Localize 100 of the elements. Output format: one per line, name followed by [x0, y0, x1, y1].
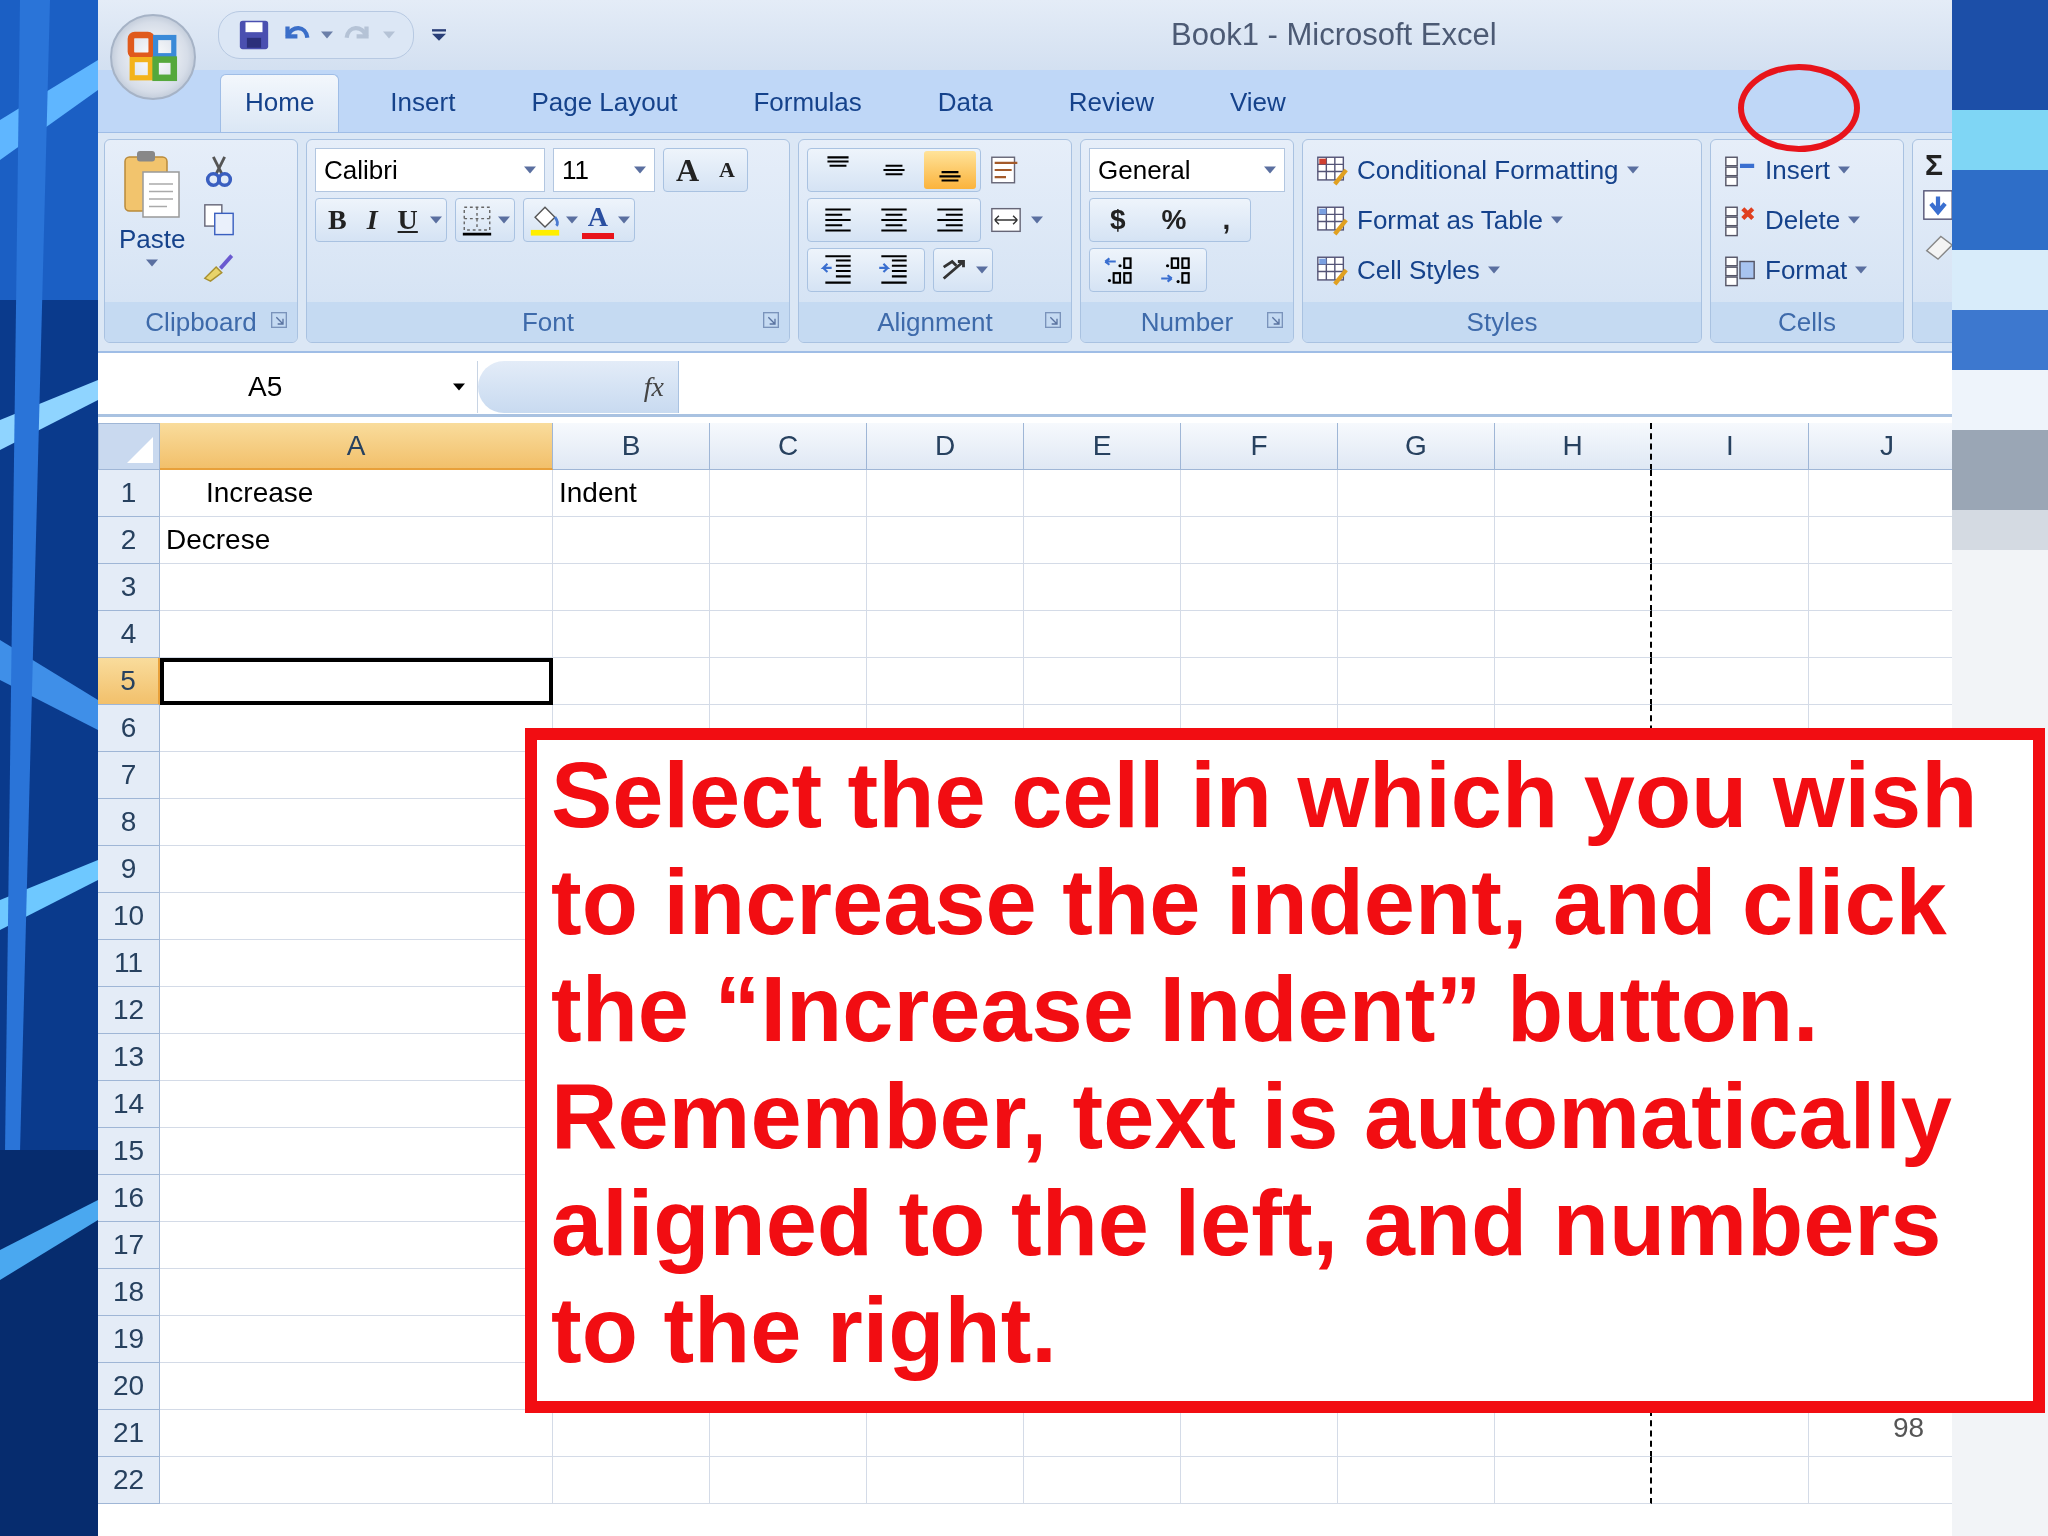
caret-icon[interactable] [321, 31, 333, 39]
column-header[interactable]: F [1181, 423, 1338, 470]
row-header[interactable]: 7 [98, 752, 160, 799]
dialog-launcher-icon[interactable] [1045, 312, 1061, 328]
cells-button[interactable]: Delete [1719, 198, 1865, 242]
caret-icon[interactable] [618, 216, 631, 224]
table-cell[interactable] [1495, 470, 1652, 517]
table-cell[interactable]: Decrese [160, 517, 553, 564]
column-header[interactable]: J [1809, 423, 1952, 470]
column-header[interactable]: E [1024, 423, 1181, 470]
caret-icon[interactable] [429, 216, 442, 224]
select-all-button[interactable] [98, 423, 160, 470]
table-cell[interactable] [1495, 517, 1652, 564]
column-header[interactable]: C [710, 423, 867, 470]
row-header[interactable]: 13 [98, 1034, 160, 1081]
vertical-align-icon[interactable] [924, 151, 976, 189]
font-style-button[interactable]: B [320, 204, 355, 236]
ribbon-tab[interactable]: Insert [365, 74, 481, 132]
caret-icon[interactable] [565, 216, 578, 224]
row-header[interactable]: 8 [98, 799, 160, 846]
column-header[interactable]: H [1495, 423, 1652, 470]
table-cell[interactable]: Increase [160, 470, 553, 517]
row-header[interactable]: 15 [98, 1128, 160, 1175]
styles-button[interactable]: Cell Styles [1311, 248, 1504, 292]
row-header[interactable]: 9 [98, 846, 160, 893]
caret-icon [1838, 166, 1851, 174]
table-cell[interactable] [1495, 564, 1652, 611]
font-size-button[interactable]: A [668, 151, 708, 189]
name-box[interactable]: A5 [98, 360, 478, 413]
font-size-field[interactable]: 11 [553, 148, 655, 192]
caret-icon[interactable] [1031, 216, 1043, 224]
font-style-button[interactable]: I [358, 204, 386, 236]
ribbon-tab[interactable]: Review [1043, 74, 1179, 132]
caret-icon [1264, 166, 1276, 174]
column-header[interactable]: D [867, 423, 1024, 470]
number-format-button[interactable]: , [1206, 204, 1247, 236]
instruction-text: Select the cell in which you wish to increase the indent, and click the “Increase Indent” button. Remember, text is automatically aligned to the left, and numbers to the right. [551, 743, 1979, 1383]
caret-icon [634, 166, 646, 174]
column-header[interactable]: B [553, 423, 710, 470]
caret-icon [1855, 266, 1868, 274]
row-header[interactable]: 1 [98, 470, 160, 517]
number-format-button[interactable]: % [1145, 204, 1203, 236]
dialog-launcher-icon[interactable] [1267, 312, 1283, 328]
styles-button[interactable]: Conditional Formatting [1311, 148, 1643, 192]
row-header[interactable]: 5 [98, 658, 160, 705]
row-header[interactable]: 3 [98, 564, 160, 611]
group-label: Styles [1466, 306, 1538, 338]
table-cell[interactable] [1495, 658, 1652, 705]
row-header[interactable]: 4 [98, 611, 160, 658]
cells-button[interactable]: Insert [1719, 148, 1855, 192]
ribbon-tab[interactable]: Page Layout [506, 74, 703, 132]
copy-icon[interactable] [201, 202, 236, 236]
ribbon-tab[interactable]: Formulas [728, 74, 887, 132]
caret-icon [524, 166, 536, 174]
autosum-button[interactable]: Σ [1921, 148, 1947, 182]
table-cell[interactable] [160, 658, 553, 705]
font-name-field[interactable]: Calibri [315, 148, 545, 192]
caret-icon[interactable] [976, 266, 988, 274]
fill-down-icon[interactable] [1921, 188, 1952, 222]
ribbon-tab[interactable]: View [1204, 74, 1311, 132]
row-header[interactable]: 20 [98, 1363, 160, 1410]
row-header[interactable]: 14 [98, 1081, 160, 1128]
table-cell[interactable] [1495, 1457, 1652, 1504]
ribbon-tab[interactable]: Home [220, 74, 340, 132]
caret-icon[interactable] [497, 216, 510, 224]
ribbon-tab[interactable]: Data [912, 74, 1018, 132]
row-header[interactable]: 16 [98, 1175, 160, 1222]
row-header[interactable]: 12 [98, 987, 160, 1034]
caret-icon [1626, 166, 1639, 174]
column-header[interactable]: G [1338, 423, 1495, 470]
row-header[interactable]: 19 [98, 1316, 160, 1363]
group-label: Alignment [877, 306, 993, 338]
row-header[interactable]: 6 [98, 705, 160, 752]
save-icon[interactable] [237, 18, 271, 52]
row-header[interactable]: 2 [98, 517, 160, 564]
font-style-button[interactable]: U [389, 204, 426, 236]
row-header[interactable]: 11 [98, 940, 160, 987]
caret-icon [1550, 216, 1563, 224]
number-format-field[interactable]: General [1089, 148, 1285, 192]
dialog-launcher-icon[interactable] [763, 312, 779, 328]
row-header[interactable]: 21 [98, 1410, 160, 1457]
row-header[interactable]: 22 [98, 1457, 160, 1504]
table-cell[interactable] [1495, 611, 1652, 658]
row-header[interactable]: 17 [98, 1222, 160, 1269]
table-cell[interactable]: Indent [553, 470, 710, 517]
row-header[interactable]: 18 [98, 1269, 160, 1316]
column-header[interactable]: A [160, 423, 553, 470]
number-format-button[interactable]: $ [1094, 204, 1142, 236]
corner-triangle-icon [127, 437, 153, 463]
customize-menu-icon[interactable] [432, 28, 446, 42]
column-header[interactable]: I [1652, 423, 1809, 470]
font-size-button[interactable]: A [711, 157, 743, 183]
cells-button[interactable]: Format [1719, 248, 1872, 292]
row-header[interactable]: 10 [98, 893, 160, 940]
window-title: Book1 - Microsoft Excel [1171, 17, 1497, 53]
dialog-launcher-icon[interactable] [271, 312, 287, 328]
caret-icon [453, 382, 465, 391]
styles-button[interactable]: Format as Table [1311, 198, 1567, 242]
paste-button[interactable]: Paste [113, 148, 192, 267]
insert-function-button[interactable]: fx [643, 370, 664, 403]
